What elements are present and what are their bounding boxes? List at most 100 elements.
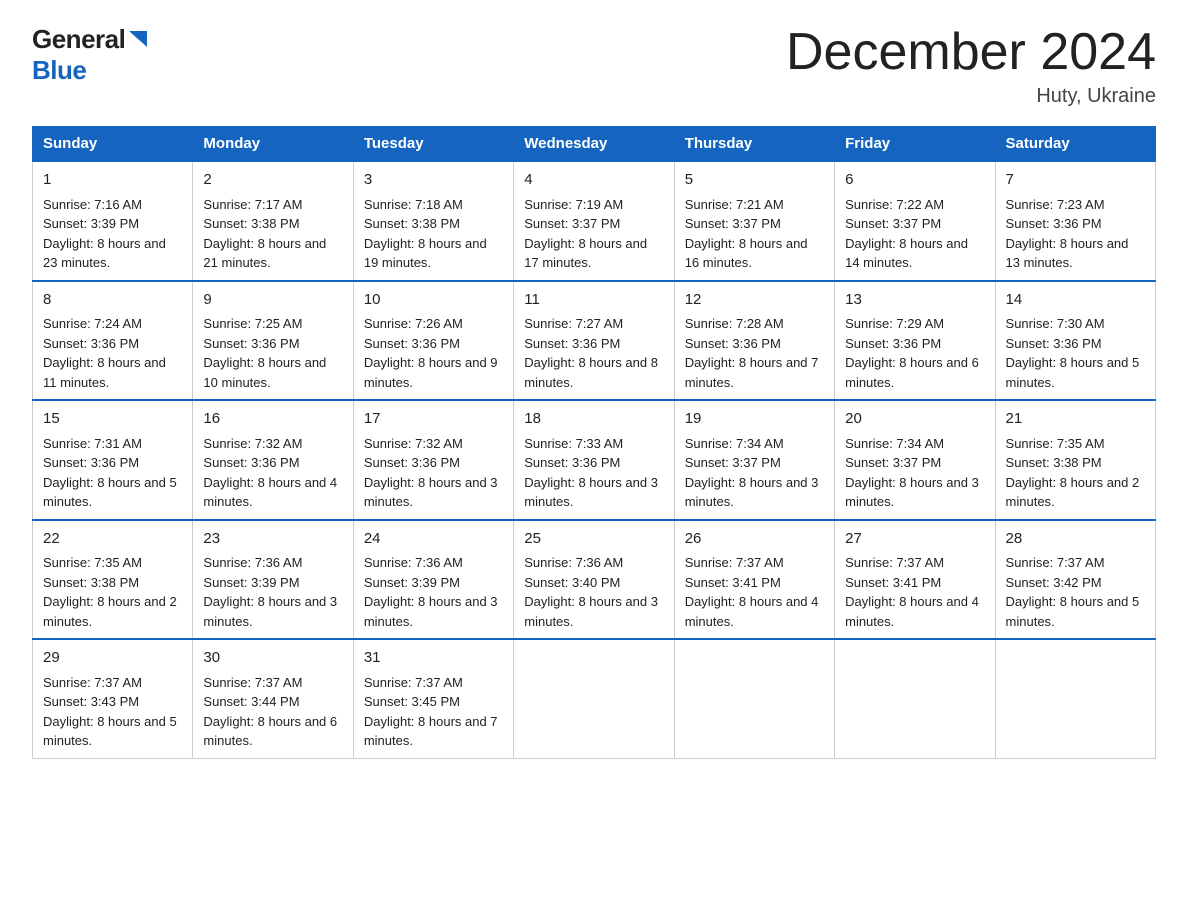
calendar-table: Sunday Monday Tuesday Wednesday Thursday… (32, 126, 1156, 759)
calendar-day-cell: 5 Sunrise: 7:21 AMSunset: 3:37 PMDaylight… (674, 161, 834, 281)
day-number: 10 (364, 289, 503, 312)
day-number: 14 (1006, 289, 1145, 312)
calendar-body: 1Sunrise: 7:16 AMSunset: 3:39 PMDaylight… (33, 161, 1156, 758)
calendar-day-cell: 6 Sunrise: 7:22 AMSunset: 3:37 PMDaylight… (835, 161, 995, 281)
logo-general-text: General (32, 24, 125, 55)
calendar-day-cell: 20 Sunrise: 7:34 AMSunset: 3:37 PMDayligh… (835, 400, 995, 520)
day-number: 3 (364, 169, 503, 192)
day-info: Sunrise: 7:30 AMSunset: 3:36 PMDaylight:… (1006, 314, 1145, 392)
day-number: 27 (845, 528, 984, 551)
day-info: Sunrise: 7:36 AMSunset: 3:39 PMDaylight:… (203, 553, 342, 631)
calendar-day-cell: 24Sunrise: 7:36 AMSunset: 3:39 PMDayligh… (353, 520, 513, 640)
day-number: 30 (203, 647, 342, 670)
day-info: Sunrise: 7:27 AMSunset: 3:36 PMDaylight:… (524, 314, 663, 392)
calendar-day-cell: 8Sunrise: 7:24 AMSunset: 3:36 PMDaylight… (33, 281, 193, 401)
logo: General Blue (32, 24, 149, 86)
day-info: Sunrise: 7:35 AMSunset: 3:38 PMDaylight:… (43, 553, 182, 631)
day-info: Sunrise: 7:18 AMSunset: 3:38 PMDaylight:… (364, 195, 503, 273)
logo-blue-row: Blue (32, 55, 86, 86)
day-number: 21 (1006, 408, 1145, 431)
day-info: Sunrise: 7:37 AMSunset: 3:41 PMDaylight:… (685, 553, 824, 631)
day-number: 11 (524, 289, 663, 312)
day-info: Sunrise: 7:37 AMSunset: 3:42 PMDaylight:… (1006, 553, 1145, 631)
day-number: 20 (845, 408, 984, 431)
day-info: Sunrise: 7:36 AMSunset: 3:39 PMDaylight:… (364, 553, 503, 631)
day-info: Sunrise: 7:33 AMSunset: 3:36 PMDaylight:… (524, 434, 663, 512)
calendar-week-row: 29 Sunrise: 7:37 AMSunset: 3:43 PMDayligh… (33, 639, 1156, 758)
day-info: Sunrise: 7:29 AMSunset: 3:36 PMDaylight:… (845, 314, 984, 392)
calendar-day-cell: 13Sunrise: 7:29 AMSunset: 3:36 PMDayligh… (835, 281, 995, 401)
title-area: December 2024 Huty, Ukraine (786, 24, 1156, 108)
day-number: 25 (524, 528, 663, 551)
col-tuesday: Tuesday (353, 127, 513, 162)
day-info: Sunrise: 7:37 AMSunset: 3:44 PMDaylight:… (203, 673, 342, 751)
calendar-day-cell: 21 Sunrise: 7:35 AMSunset: 3:38 PMDayligh… (995, 400, 1155, 520)
day-info: Sunrise: 7:31 AMSunset: 3:36 PMDaylight:… (43, 434, 182, 512)
calendar-day-cell: 30 Sunrise: 7:37 AMSunset: 3:44 PMDayligh… (193, 639, 353, 758)
day-info: Sunrise: 7:22 AMSunset: 3:37 PMDaylight:… (845, 195, 984, 273)
logo-arrow-icon (127, 29, 149, 51)
day-number: 6 (845, 169, 984, 192)
day-number: 23 (203, 528, 342, 551)
day-info: Sunrise: 7:36 AMSunset: 3:40 PMDaylight:… (524, 553, 663, 631)
calendar-day-cell: 11Sunrise: 7:27 AMSunset: 3:36 PMDayligh… (514, 281, 674, 401)
calendar-day-cell (835, 639, 995, 758)
calendar-day-cell: 15 Sunrise: 7:31 AMSunset: 3:36 PMDayligh… (33, 400, 193, 520)
day-info: Sunrise: 7:21 AMSunset: 3:37 PMDaylight:… (685, 195, 824, 273)
day-number: 2 (203, 169, 342, 192)
calendar-week-row: 22Sunrise: 7:35 AMSunset: 3:38 PMDayligh… (33, 520, 1156, 640)
calendar-week-row: 15 Sunrise: 7:31 AMSunset: 3:36 PMDayligh… (33, 400, 1156, 520)
day-info: Sunrise: 7:37 AMSunset: 3:41 PMDaylight:… (845, 553, 984, 631)
day-info: Sunrise: 7:34 AMSunset: 3:37 PMDaylight:… (845, 434, 984, 512)
day-number: 29 (43, 647, 182, 670)
calendar-header: Sunday Monday Tuesday Wednesday Thursday… (33, 127, 1156, 162)
day-info: Sunrise: 7:32 AMSunset: 3:36 PMDaylight:… (203, 434, 342, 512)
day-number: 17 (364, 408, 503, 431)
day-number: 31 (364, 647, 503, 670)
logo-line1: General (32, 24, 149, 55)
day-number: 15 (43, 408, 182, 431)
day-info: Sunrise: 7:26 AMSunset: 3:36 PMDaylight:… (364, 314, 503, 392)
calendar-day-cell: 28Sunrise: 7:37 AMSunset: 3:42 PMDayligh… (995, 520, 1155, 640)
day-info: Sunrise: 7:28 AMSunset: 3:36 PMDaylight:… (685, 314, 824, 392)
calendar-day-cell (514, 639, 674, 758)
calendar-day-cell: 23Sunrise: 7:36 AMSunset: 3:39 PMDayligh… (193, 520, 353, 640)
col-thursday: Thursday (674, 127, 834, 162)
calendar-week-row: 8Sunrise: 7:24 AMSunset: 3:36 PMDaylight… (33, 281, 1156, 401)
day-number: 7 (1006, 169, 1145, 192)
calendar-day-cell: 9Sunrise: 7:25 AMSunset: 3:36 PMDaylight… (193, 281, 353, 401)
day-info: Sunrise: 7:19 AMSunset: 3:37 PMDaylight:… (524, 195, 663, 273)
day-info: Sunrise: 7:34 AMSunset: 3:37 PMDaylight:… (685, 434, 824, 512)
day-info: Sunrise: 7:25 AMSunset: 3:36 PMDaylight:… (203, 314, 342, 392)
day-info: Sunrise: 7:37 AMSunset: 3:43 PMDaylight:… (43, 673, 182, 751)
day-number: 8 (43, 289, 182, 312)
day-number: 5 (685, 169, 824, 192)
calendar-day-cell: 25Sunrise: 7:36 AMSunset: 3:40 PMDayligh… (514, 520, 674, 640)
calendar-day-cell: 10Sunrise: 7:26 AMSunset: 3:36 PMDayligh… (353, 281, 513, 401)
calendar-day-cell: 27Sunrise: 7:37 AMSunset: 3:41 PMDayligh… (835, 520, 995, 640)
day-number: 26 (685, 528, 824, 551)
logo-blue-text: Blue (32, 55, 86, 85)
day-number: 18 (524, 408, 663, 431)
day-number: 13 (845, 289, 984, 312)
day-number: 28 (1006, 528, 1145, 551)
day-number: 4 (524, 169, 663, 192)
day-number: 12 (685, 289, 824, 312)
calendar-day-cell (674, 639, 834, 758)
calendar-day-cell: 1Sunrise: 7:16 AMSunset: 3:39 PMDaylight… (33, 161, 193, 281)
day-info: Sunrise: 7:23 AMSunset: 3:36 PMDaylight:… (1006, 195, 1145, 273)
calendar-day-cell: 16 Sunrise: 7:32 AMSunset: 3:36 PMDayligh… (193, 400, 353, 520)
day-info: Sunrise: 7:24 AMSunset: 3:36 PMDaylight:… (43, 314, 182, 392)
day-info: Sunrise: 7:35 AMSunset: 3:38 PMDaylight:… (1006, 434, 1145, 512)
calendar-week-row: 1Sunrise: 7:16 AMSunset: 3:39 PMDaylight… (33, 161, 1156, 281)
page-header: General Blue December 2024 Huty, Ukraine (32, 24, 1156, 108)
calendar-day-cell: 2Sunrise: 7:17 AMSunset: 3:38 PMDaylight… (193, 161, 353, 281)
calendar-day-cell: 29 Sunrise: 7:37 AMSunset: 3:43 PMDayligh… (33, 639, 193, 758)
calendar-day-cell (995, 639, 1155, 758)
day-number: 22 (43, 528, 182, 551)
col-friday: Friday (835, 127, 995, 162)
day-number: 16 (203, 408, 342, 431)
calendar-day-cell: 26Sunrise: 7:37 AMSunset: 3:41 PMDayligh… (674, 520, 834, 640)
day-number: 24 (364, 528, 503, 551)
calendar-day-cell: 14Sunrise: 7:30 AMSunset: 3:36 PMDayligh… (995, 281, 1155, 401)
